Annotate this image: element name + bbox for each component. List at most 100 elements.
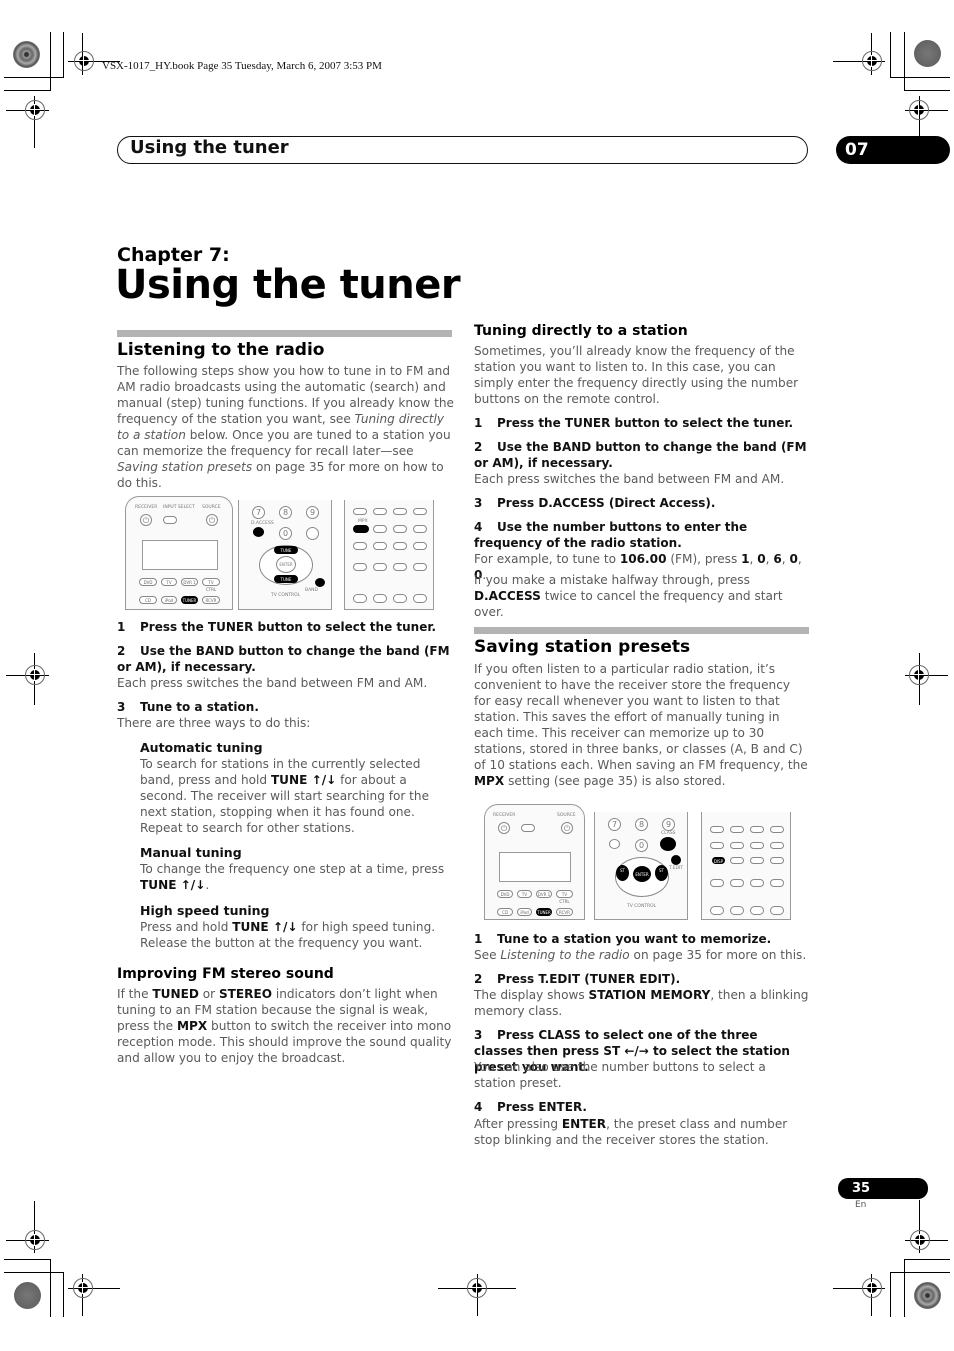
source-power-icon[interactable]: ⏻ (561, 822, 573, 834)
remote-rcvr-button[interactable]: RCVR (556, 908, 573, 916)
crop-line (63, 1272, 64, 1317)
remote-ipod-button[interactable]: iPod (161, 596, 177, 604)
direct-step-1: 1 Press the TUNER button to select the tu… (474, 416, 794, 430)
emphasis-bold: STATION MEMORY (588, 988, 711, 1002)
prev-button[interactable] (710, 842, 724, 849)
remote-tuner-button[interactable]: TUNER (181, 596, 198, 604)
emphasis-bold: STEREO (218, 987, 273, 1001)
number-8-button[interactable]: 8 (279, 506, 292, 519)
band-button[interactable] (315, 578, 325, 587)
stop-button[interactable] (393, 525, 407, 533)
play-button[interactable] (373, 508, 387, 515)
crop-line (890, 1272, 891, 1317)
thx-button[interactable] (710, 879, 724, 887)
tune-down-button[interactable]: TUNE (274, 575, 298, 583)
stereo-button[interactable] (770, 879, 784, 887)
level-up-button[interactable] (770, 906, 784, 915)
emphasis-bold: 106.00 (619, 552, 667, 566)
subtitle-button[interactable] (373, 542, 387, 550)
cross-reference: Saving station presets (117, 460, 253, 474)
preset-step-3-body: You can also use the number buttons to s… (474, 1059, 810, 1091)
remote-cd-button[interactable]: CD (139, 596, 157, 604)
mute-button[interactable] (413, 508, 427, 515)
preset-step-4: 4 Press ENTER. (474, 1100, 587, 1114)
remote-tv-button[interactable]: TV (161, 578, 177, 586)
enter-button[interactable]: ENTER (276, 556, 296, 573)
remote-dvr1-button[interactable]: DVR 1 (536, 890, 552, 898)
disp-button[interactable]: DISP (712, 857, 725, 864)
remote-ipod-button[interactable]: iPod (517, 908, 532, 916)
st-right-button[interactable]: ST (655, 865, 668, 881)
remote-display (142, 540, 218, 570)
remote-dvd-button[interactable]: DVD (139, 578, 157, 586)
number-0-button[interactable]: 0 (635, 839, 648, 852)
next-button[interactable] (770, 842, 784, 849)
level-down-button[interactable] (750, 906, 764, 915)
mute-button[interactable] (770, 826, 784, 833)
ff-button[interactable] (750, 826, 764, 833)
remote-top-panel: RECEIVER INPUT SELECT SOURCE ⏻ ⏻ DVD TV … (125, 496, 233, 610)
stereo-button[interactable] (413, 563, 427, 571)
number-0-button[interactable]: 0 (279, 527, 292, 540)
number-9-button[interactable]: 9 (306, 506, 319, 519)
advsurr-button[interactable] (393, 563, 407, 571)
thx-button[interactable] (353, 563, 367, 571)
next-button[interactable] (413, 525, 427, 533)
remote-tuner-button[interactable]: TUNER (536, 908, 552, 916)
daccess-button[interactable] (609, 839, 620, 849)
remote-dvd-button[interactable]: DVD (497, 890, 513, 898)
number-8-button[interactable]: 8 (635, 818, 648, 831)
remote-tvctrl-button[interactable]: TV CTRL (202, 578, 220, 592)
pause-button[interactable] (373, 525, 387, 533)
input-select-button[interactable] (521, 824, 535, 832)
subtitle-button[interactable] (730, 857, 744, 864)
shift-button[interactable] (353, 594, 367, 603)
standard-button[interactable] (373, 563, 387, 571)
effect-button[interactable] (373, 594, 387, 603)
remote-dvr1-button[interactable]: DVR 1 (181, 578, 198, 586)
effect-button[interactable] (730, 906, 744, 915)
class-button[interactable] (660, 837, 676, 851)
daccess-button[interactable] (253, 527, 264, 537)
number-9-button[interactable]: 9 (662, 818, 675, 831)
advsurr-button[interactable] (750, 879, 764, 887)
play-button[interactable] (730, 826, 744, 833)
rew-button[interactable] (710, 826, 724, 833)
stop-button[interactable] (750, 842, 764, 849)
ch-down-button[interactable] (750, 857, 764, 864)
registration-mark-icon (25, 100, 45, 120)
remote-tv-button[interactable]: TV (517, 890, 532, 898)
tune-up-button[interactable]: TUNE (274, 546, 298, 554)
preset-step-2: 2 Press T.EDIT (TUNER EDIT). (474, 972, 681, 986)
remote-cd-button[interactable]: CD (497, 908, 513, 916)
ch-down-button[interactable] (393, 542, 407, 550)
mpx-button[interactable] (353, 525, 369, 533)
audio-button[interactable] (353, 542, 367, 550)
ch-up-button[interactable] (770, 857, 784, 864)
st-left-button[interactable]: ST (616, 865, 629, 881)
input-select-button[interactable] (163, 516, 177, 524)
remote-label-mpx: MPX (358, 519, 368, 524)
remote-tvctrl-button[interactable]: TV CTRL (556, 890, 573, 904)
color-disc-icon (14, 1282, 41, 1309)
crop-line (904, 32, 905, 91)
shift-button[interactable] (710, 906, 724, 915)
emphasis-bold: MPX (176, 1019, 208, 1033)
level-down-button[interactable] (393, 594, 407, 603)
ch-up-button[interactable] (413, 542, 427, 550)
source-power-icon[interactable]: ⏻ (206, 514, 218, 526)
enter-small-button[interactable] (306, 527, 319, 540)
power-icon[interactable]: ⏻ (498, 822, 510, 834)
number-7-button[interactable]: 7 (608, 818, 621, 831)
ff-button[interactable] (393, 508, 407, 515)
enter-button[interactable]: ENTER (633, 866, 651, 882)
power-icon[interactable]: ⏻ (140, 514, 152, 526)
text-run: on page 35 for more on this. (629, 948, 807, 962)
level-up-button[interactable] (413, 594, 427, 603)
standard-button[interactable] (730, 879, 744, 887)
tedit-button[interactable] (671, 855, 681, 865)
pause-button[interactable] (730, 842, 744, 849)
number-7-button[interactable]: 7 (252, 506, 265, 519)
rew-button[interactable] (353, 508, 367, 515)
remote-rcvr-button[interactable]: RCVR (202, 596, 220, 604)
